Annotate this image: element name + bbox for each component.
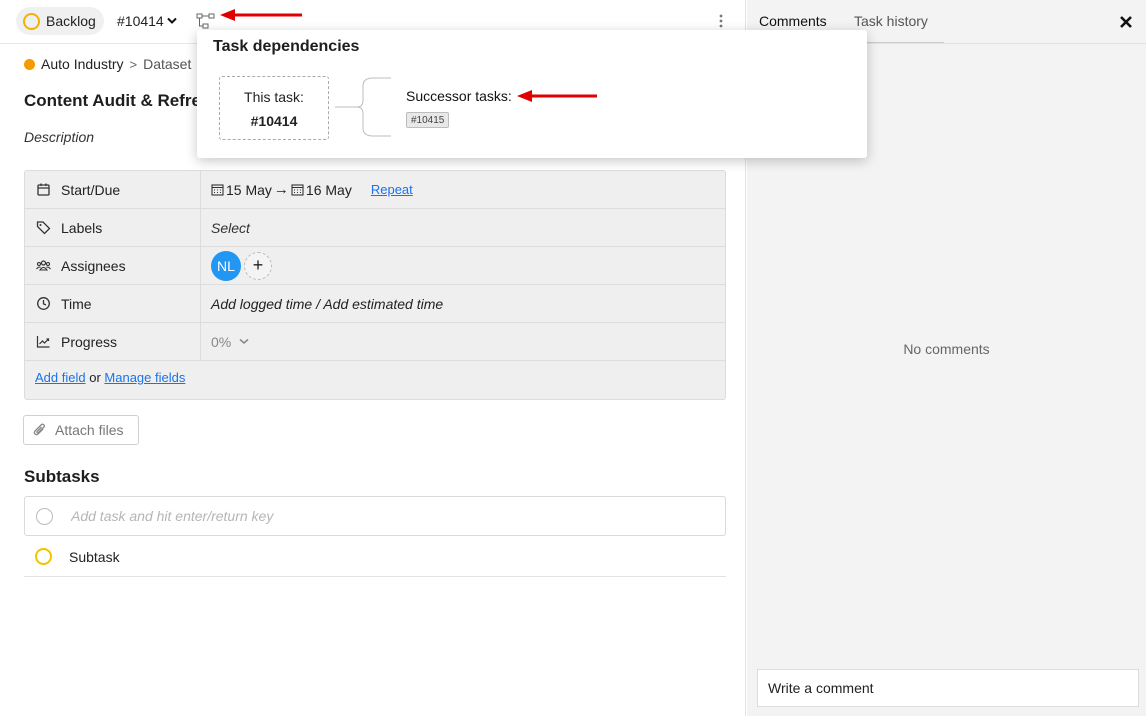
status-label: Backlog [46, 13, 96, 29]
field-row-time: Time Add logged time / Add estimated tim… [25, 285, 725, 323]
task-id-label: #10414 [117, 13, 164, 29]
close-icon[interactable] [1117, 13, 1135, 31]
dependency-brace-icon [335, 77, 391, 137]
status-circle-icon[interactable] [35, 548, 52, 565]
add-assignee-button[interactable]: + [244, 251, 272, 280]
task-fields-table: Start/Due 15 May → 16 May Repeat Labels [24, 170, 726, 400]
breadcrumb: Auto Industry > Dataset [24, 56, 191, 72]
status-selector[interactable]: Backlog [16, 7, 104, 35]
add-field-link[interactable]: Add field [35, 370, 86, 385]
clock-icon [37, 297, 50, 310]
field-label-text: Progress [61, 333, 118, 350]
calendar-icon [291, 184, 304, 196]
trend-chart-icon [36, 336, 50, 348]
due-date-text: 16 May [305, 181, 352, 198]
more-options-icon[interactable] [715, 12, 727, 30]
this-task-label: This task: [244, 89, 304, 105]
field-label-start-due: Start/Due [25, 171, 201, 208]
labels-select[interactable]: Select [211, 209, 250, 246]
start-date[interactable]: 15 May [211, 182, 272, 198]
subtask-title: Subtask [69, 548, 120, 565]
field-row-labels: Labels Select [25, 209, 725, 247]
due-date[interactable]: 16 May [291, 182, 352, 198]
attach-files-button[interactable]: Attach files [23, 415, 139, 445]
progress-select[interactable]: 0% [211, 323, 249, 360]
project-color-dot [24, 58, 35, 70]
successor-task-chip[interactable]: #10415 [406, 112, 450, 128]
add-field-row: Add field or Manage fields [35, 370, 185, 385]
users-icon [36, 260, 51, 271]
breadcrumb-project[interactable]: Auto Industry [41, 56, 124, 72]
field-label-assignees: Assignees [25, 247, 201, 284]
add-subtask-row [24, 496, 726, 536]
status-circle-icon [23, 12, 40, 30]
field-value-start-due: 15 May → 16 May Repeat [211, 171, 413, 208]
field-label-labels: Labels [25, 209, 201, 246]
field-label-progress: Progress [25, 323, 201, 360]
chevron-down-icon [167, 17, 177, 24]
comment-box [757, 669, 1139, 707]
this-task-id: #10414 [250, 113, 298, 129]
field-row-assignees: Assignees NL + [25, 247, 725, 285]
annotation-arrow-icon [517, 90, 597, 102]
or-text: or [89, 370, 101, 385]
breadcrumb-section[interactable]: Dataset [143, 56, 191, 72]
field-label-time: Time [25, 285, 201, 322]
assignee-avatar[interactable]: NL [211, 250, 241, 281]
description-field[interactable]: Description [24, 129, 94, 145]
subtask-item[interactable]: Subtask [24, 537, 726, 577]
field-value-assignees: NL + [211, 247, 272, 284]
paperclip-icon [33, 423, 45, 436]
popover-title: Task dependencies [213, 38, 360, 55]
field-row-start-due: Start/Due 15 May → 16 May Repeat [25, 171, 725, 209]
field-label-text: Time [61, 295, 92, 312]
successor-tasks-label: Successor tasks: [406, 88, 512, 104]
subtasks-heading: Subtasks [24, 467, 100, 486]
field-label-text: Assignees [61, 257, 126, 274]
manage-fields-link[interactable]: Manage fields [104, 370, 185, 385]
annotation-arrow-icon [220, 9, 302, 21]
chevron-down-icon [239, 338, 249, 344]
date-arrow: → [273, 181, 289, 198]
start-date-text: 15 May [226, 181, 272, 198]
field-label-text: Labels [61, 219, 103, 236]
tag-icon [36, 221, 51, 235]
breadcrumb-separator-icon: > [129, 56, 138, 72]
progress-value: 0% [211, 333, 232, 350]
repeat-link[interactable]: Repeat [371, 182, 413, 197]
calendar-icon [211, 184, 224, 196]
field-label-text: Start/Due [61, 181, 121, 198]
time-value[interactable]: Add logged time / Add estimated time [211, 285, 443, 322]
field-row-progress: Progress 0% [25, 323, 725, 361]
add-subtask-input[interactable] [71, 508, 671, 524]
empty-circle-icon [36, 507, 53, 525]
dependencies-icon[interactable] [196, 12, 216, 30]
comment-input[interactable] [768, 680, 1128, 696]
task-id-dropdown[interactable]: #10414 [117, 13, 177, 29]
calendar-icon [37, 183, 50, 196]
attach-files-label: Attach files [55, 422, 124, 438]
empty-comments-message: No comments [903, 341, 990, 357]
task-title[interactable]: Content Audit & Refre [24, 91, 201, 111]
this-task-box: This task: #10414 [219, 76, 329, 140]
